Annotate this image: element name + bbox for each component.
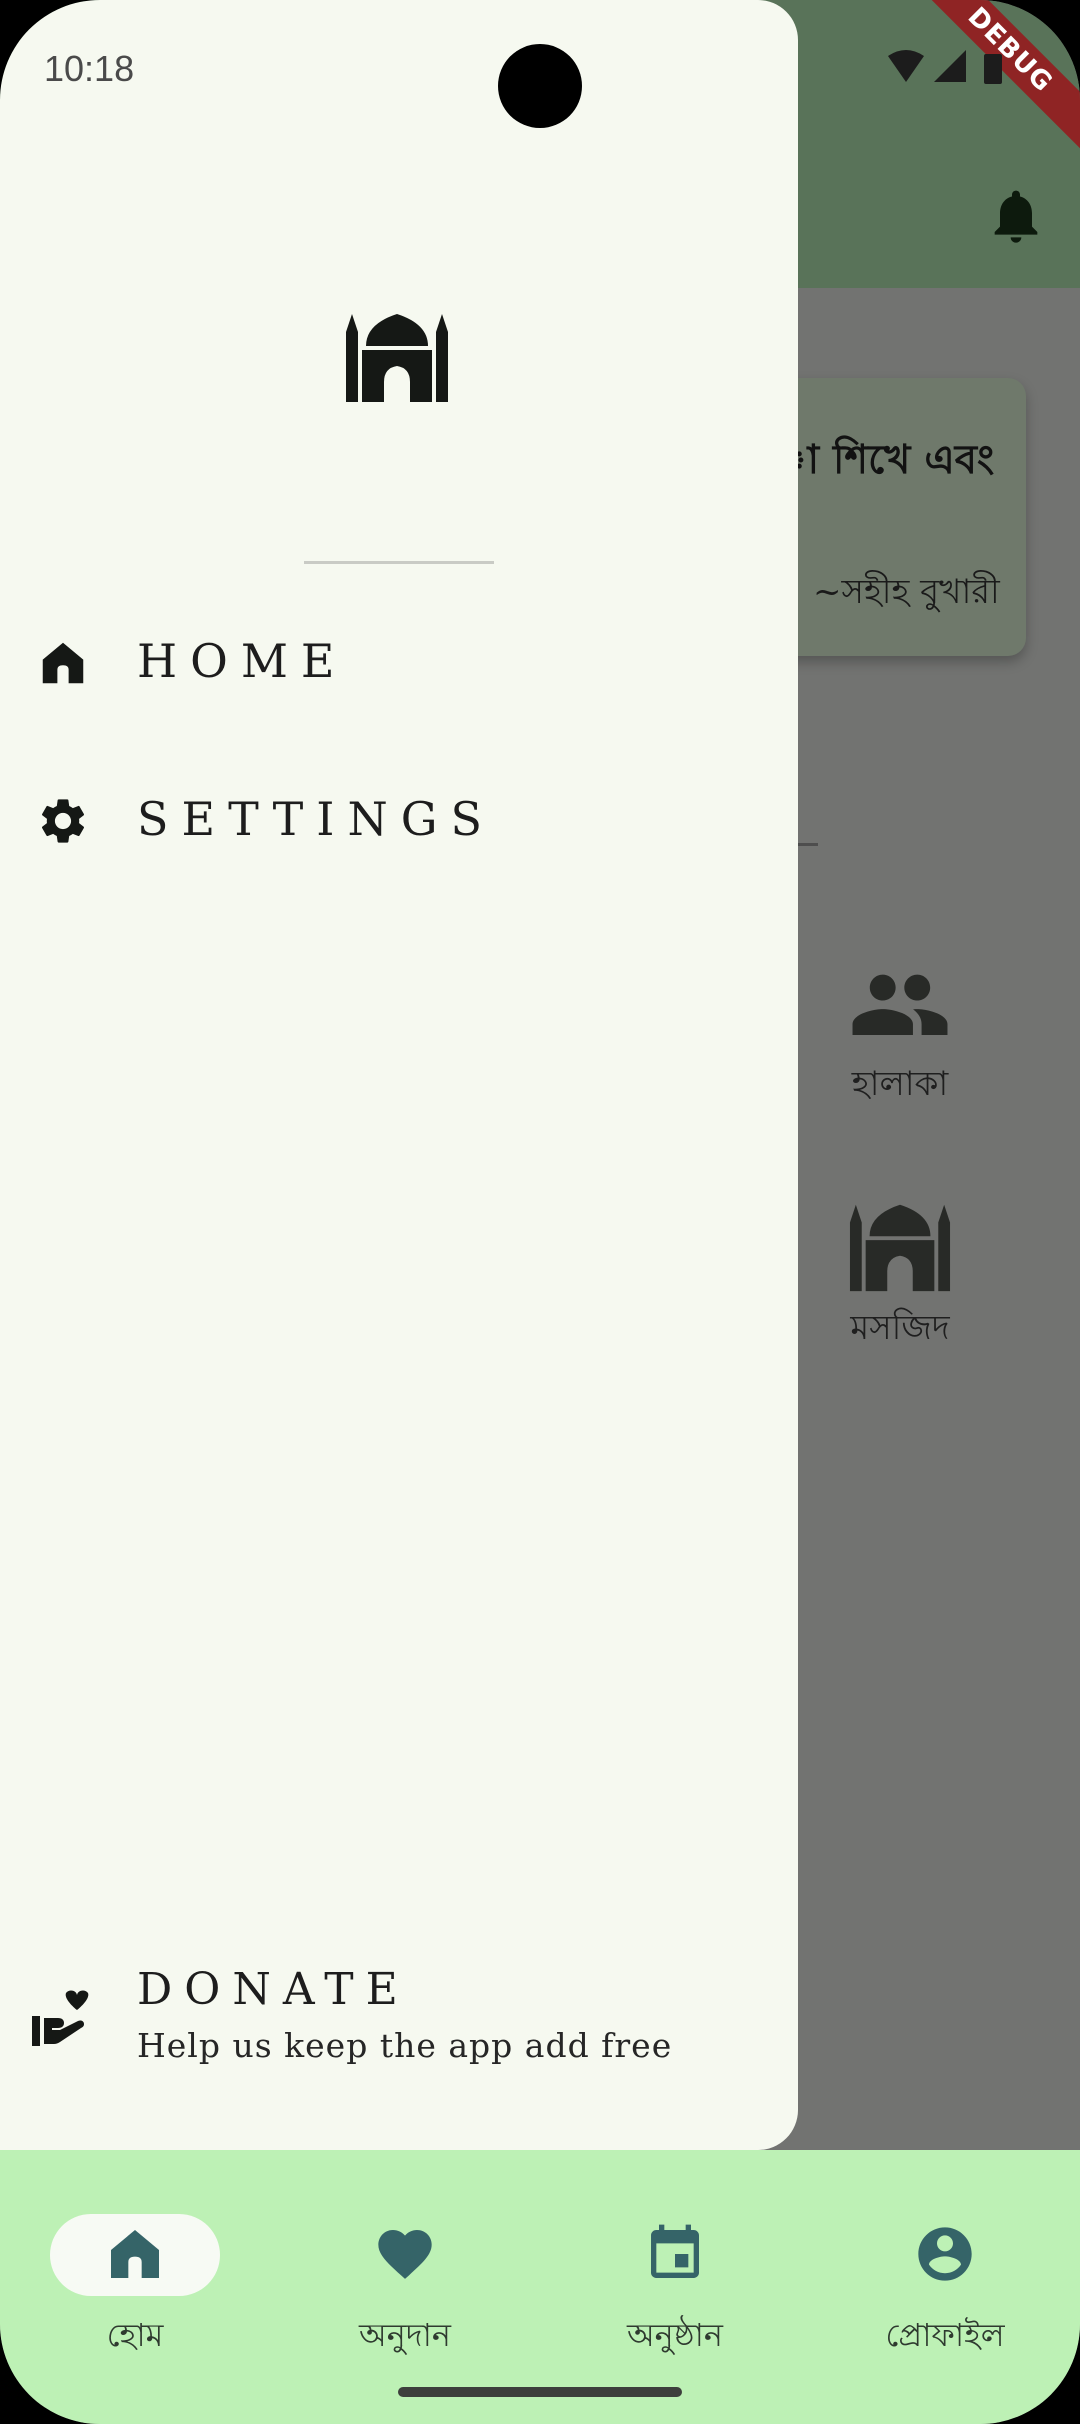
mosque-icon	[849, 1204, 951, 1292]
bell-icon[interactable]	[984, 180, 1048, 252]
bottom-navigation-bar: হোম অনুদান অনুষ্ঠান প্রোফাইল	[0, 2150, 1080, 2424]
grid-item-mosque[interactable]: মসজিদ	[800, 1200, 1000, 1359]
nav-item-home[interactable]: হোম	[0, 2182, 270, 2372]
nav-label: হোম	[106, 2316, 164, 2354]
donate-subtitle: Help us keep the app add free	[137, 2026, 673, 2065]
home-icon	[111, 2230, 159, 2278]
status-time: 10:18	[44, 48, 135, 89]
people-icon	[852, 974, 948, 1036]
home-icon	[42, 642, 84, 684]
calendar-icon	[651, 2224, 699, 2278]
phone-screen: DEBUG া শিখে এবং ~সহীহ বুখারী হালাকা মসজ…	[0, 0, 1080, 2424]
nav-label: প্রোফাইল	[885, 2316, 1005, 2354]
camera-cutout	[498, 44, 582, 128]
gesture-home-indicator[interactable]	[398, 2387, 682, 2397]
nav-item-profile[interactable]: প্রোফাইল	[810, 2182, 1080, 2372]
quote-source: ~সহীহ বুখারী	[813, 572, 1000, 612]
donate-title: DONATE	[137, 1964, 410, 2015]
navigation-drawer: 10:18 HOME SETTINGS DONATE Help us keep …	[0, 0, 798, 2150]
drawer-divider	[304, 561, 494, 564]
wifi-icon	[888, 50, 924, 82]
nav-item-donation[interactable]: অনুদান	[270, 2182, 540, 2372]
donate-icon	[32, 1990, 89, 2046]
status-icons	[888, 50, 1002, 84]
drawer-item-label: HOME	[137, 634, 348, 688]
battery-icon	[984, 54, 1002, 84]
grid-label: মসজিদ	[850, 1308, 950, 1348]
drawer-item-settings[interactable]: SETTINGS	[0, 770, 798, 870]
gear-icon	[41, 799, 85, 843]
grid-item-halaka[interactable]: হালাকা	[800, 966, 1000, 1115]
mosque-icon	[346, 314, 448, 402]
account-circle-icon	[918, 2227, 972, 2281]
donate-button[interactable]: DONATE Help us keep the app add free	[0, 1950, 798, 2090]
nav-item-events[interactable]: অনুষ্ঠান	[540, 2182, 810, 2372]
grid-label: হালাকা	[851, 1064, 949, 1104]
drawer-item-home[interactable]: HOME	[0, 612, 798, 712]
drawer-item-label: SETTINGS	[137, 792, 495, 846]
nav-label: অনুদান	[358, 2316, 451, 2354]
nav-label: অনুষ্ঠান	[626, 2316, 724, 2354]
heart-icon	[378, 2230, 432, 2279]
signal-icon	[934, 50, 966, 82]
quote-text: া শিখে এবং	[770, 436, 995, 483]
